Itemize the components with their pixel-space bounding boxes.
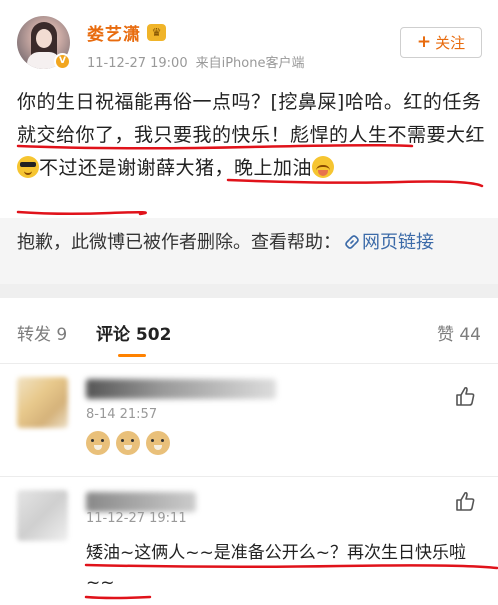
tab-repost[interactable]: 转发 9 xyxy=(17,320,67,345)
comment-time: 8-14 21:57 xyxy=(86,407,158,422)
follow-label: 关注 xyxy=(435,34,466,52)
commenter-name-blurred[interactable] xyxy=(86,492,196,512)
deleted-notice-text: 抱歉，此微博已被作者删除。查看帮助： xyxy=(17,232,341,253)
doge-icon xyxy=(86,431,110,455)
shy-face-icon xyxy=(312,156,335,178)
follow-button[interactable]: + 关注 xyxy=(400,27,482,58)
post-content: 你的生日祝福能再俗一点吗？[挖鼻屎]哈哈。红的任务就交给你了，我只要我的快乐！彪… xyxy=(17,86,485,185)
commenter-avatar-blurred[interactable] xyxy=(17,377,68,428)
tab-likes[interactable]: 赞 44 xyxy=(437,320,481,345)
post-meta: 11-12-27 19:00 来自iPhone客户端 xyxy=(87,52,305,71)
comment-text: 矮油~这俩人~~是准备公开么~？再次生日快乐啦~~ xyxy=(86,543,466,593)
thumbs-up-icon[interactable] xyxy=(454,490,476,512)
doge-emoji-row xyxy=(86,431,170,455)
interaction-tabs: 转发 9 评论 502 赞 44 xyxy=(0,298,498,364)
post-text-part-2: 不过还是谢谢薛大猪，晚上加油 xyxy=(39,157,313,179)
post-text-part-1: 你的生日祝福能再俗一点吗？[挖鼻屎]哈哈。红的任务就交给你了，我只要我的快乐！彪… xyxy=(17,91,486,146)
web-link[interactable]: 网页链接 xyxy=(362,232,434,253)
comment-time: 11-12-27 19:11 xyxy=(86,511,187,526)
commenter-avatar-blurred[interactable] xyxy=(17,490,68,541)
thumbs-up-icon[interactable] xyxy=(454,385,476,407)
author-row: 娄艺潇 ♛ xyxy=(87,20,166,45)
deleted-notice: 抱歉，此微博已被作者删除。查看帮助： 网页链接 xyxy=(0,218,498,284)
avatar-face xyxy=(36,29,52,48)
crown-icon: ♛ xyxy=(147,24,166,41)
cool-face-icon xyxy=(17,156,39,178)
section-divider xyxy=(0,284,498,298)
post-source: 来自iPhone客户端 xyxy=(195,56,305,71)
comment-item: 8-14 21:57 xyxy=(0,365,498,477)
link-icon xyxy=(345,235,359,249)
comment-item: 11-12-27 19:11 矮油~这俩人~~是准备公开么~？再次生日快乐啦~~ xyxy=(0,478,498,605)
commenter-name-blurred[interactable] xyxy=(86,379,276,399)
post-time: 11-12-27 19:00 xyxy=(87,56,188,71)
author-name[interactable]: 娄艺潇 xyxy=(87,20,141,45)
tab-comments[interactable]: 评论 502 xyxy=(96,320,171,345)
active-tab-indicator xyxy=(118,354,146,357)
doge-icon xyxy=(146,431,170,455)
plus-icon: + xyxy=(416,32,432,52)
weibo-post: V 娄艺潇 ♛ 11-12-27 19:00 来自iPhone客户端 + 关注 你… xyxy=(0,0,498,293)
verified-badge-icon: V xyxy=(54,53,71,70)
doge-icon xyxy=(116,431,140,455)
